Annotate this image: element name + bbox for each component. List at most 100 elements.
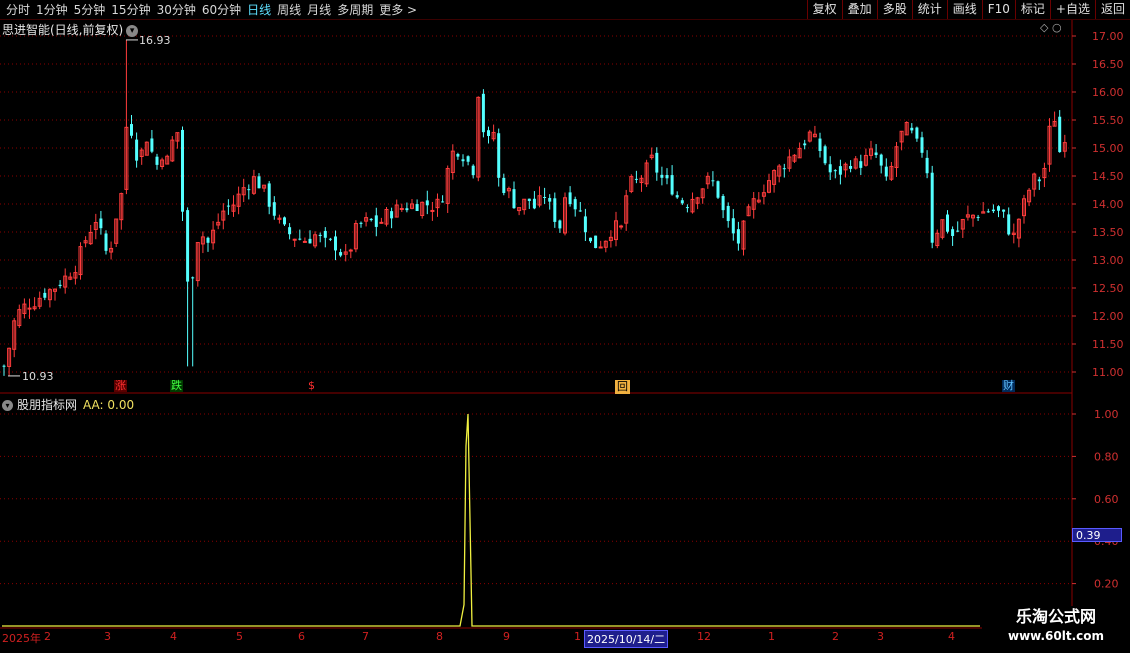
candle-body: [849, 165, 853, 169]
candle-body: [461, 159, 465, 162]
back-button[interactable]: 返回: [1094, 0, 1130, 19]
date-tick: 2025年: [2, 632, 41, 645]
candle-body: [991, 209, 995, 212]
price-tick-label: 16.50: [1092, 58, 1124, 71]
add-watchlist-button[interactable]: +自选: [1049, 0, 1095, 19]
date-axis: 2025年 2 3 4 5 6 7 8 9 1 2025/10/14/二 12 …: [0, 630, 980, 648]
candle-body: [619, 225, 624, 228]
period-tab-3[interactable]: 5分钟: [74, 1, 106, 18]
period-tab-multi[interactable]: 多周期: [337, 1, 373, 18]
period-tab-monthly[interactable]: 月线: [307, 1, 331, 18]
candle-body: [548, 198, 552, 202]
period-tab-4[interactable]: 15分钟: [111, 1, 150, 18]
candle-body: [369, 218, 373, 221]
candle-body: [150, 138, 154, 152]
candle-body: [997, 206, 1000, 211]
more-menu-button[interactable]: 更多 >: [379, 1, 417, 18]
candle-body: [1058, 116, 1062, 153]
adjust-button[interactable]: 复权: [806, 0, 842, 19]
chevron-down-icon[interactable]: ▾: [126, 24, 139, 37]
price-tick-label: 12.00: [1092, 310, 1124, 323]
circle-icon[interactable]: ○: [1052, 21, 1062, 34]
date-tick: 12: [697, 630, 711, 643]
candle-body: [680, 200, 684, 204]
signal-marker[interactable]: 财: [1002, 380, 1015, 392]
candle-body: [558, 220, 562, 229]
period-tab-5[interactable]: 30分钟: [157, 1, 196, 18]
candle-body: [838, 166, 842, 175]
main-chart-title: 思进智能(日线,前复权) ▾: [2, 21, 139, 38]
candle-body: [884, 166, 888, 177]
low-price-label: 10.93: [22, 370, 54, 383]
diamond-icon[interactable]: ◇: [1040, 21, 1048, 34]
period-tab-6[interactable]: 60分钟: [202, 1, 241, 18]
candle-body: [532, 198, 536, 209]
candle-body: [272, 202, 276, 216]
date-tick: 2: [832, 630, 839, 643]
price-tick-label: 11.00: [1092, 366, 1124, 379]
period-tab-weekly[interactable]: 周线: [277, 1, 301, 18]
overlay-button[interactable]: 叠加: [841, 0, 877, 19]
price-tick-label: 14.00: [1092, 198, 1124, 211]
date-tick: 1: [574, 630, 581, 643]
draw-line-button[interactable]: 画线: [946, 0, 982, 19]
chart-area[interactable]: 17.00 16.50 16.00 15.50 15.00 14.50 14.00 13.50…: [0, 0, 1130, 653]
signal-marker[interactable]: $: [307, 380, 316, 392]
signal-marker[interactable]: 回: [615, 380, 630, 394]
multi-stock-button[interactable]: 多股: [876, 0, 912, 19]
date-tick: 6: [298, 630, 305, 643]
watermark: 乐淘公式网 www.60lt.com: [982, 606, 1130, 650]
mark-button[interactable]: 标记: [1014, 0, 1050, 19]
candle-body: [930, 172, 934, 243]
price-tick-label: 15.00: [1092, 142, 1124, 155]
kline-chart-svg[interactable]: 17.00 16.50 16.00 15.50 15.00 14.50 14.00 13.50…: [0, 0, 1130, 650]
statistics-button[interactable]: 统计: [911, 0, 947, 19]
price-tick-label: 13.50: [1092, 226, 1124, 239]
candle-body: [502, 177, 506, 193]
candle-body: [951, 229, 955, 236]
candle-body: [685, 207, 689, 209]
candle-body: [512, 189, 516, 209]
candle-body: [390, 211, 394, 219]
candle-body: [726, 205, 730, 222]
date-tick: 8: [436, 630, 443, 643]
candle-body: [298, 238, 302, 240]
signal-marker[interactable]: 涨: [114, 380, 127, 392]
candle-body: [415, 204, 419, 211]
price-tick-label: 16.00: [1092, 86, 1124, 99]
indicator-tick-label: 0.60: [1094, 493, 1119, 506]
candle-body: [130, 124, 133, 136]
period-tab-2[interactable]: 1分钟: [36, 1, 68, 18]
candle-body: [288, 227, 292, 235]
candle-body: [731, 218, 735, 234]
candle-body: [634, 178, 638, 180]
candle-body: [859, 161, 863, 168]
candle-body: [456, 153, 460, 157]
candle-body: [374, 215, 378, 227]
candle-body: [660, 174, 664, 178]
candle-body: [910, 127, 914, 131]
candle-body: [466, 156, 470, 162]
indicator-tick-label: 0.80: [1094, 450, 1119, 463]
indicator-value: AA: 0.00: [83, 398, 135, 412]
candle-body: [568, 192, 572, 205]
panel-controls: ◇ ○: [1040, 21, 1062, 34]
period-tab-1[interactable]: 分时: [6, 1, 30, 18]
date-tick: 5: [236, 630, 243, 643]
candle-body: [99, 218, 103, 229]
date-tick: 1: [768, 630, 775, 643]
candle-body: [925, 157, 929, 174]
candle-body: [267, 183, 271, 207]
chevron-down-icon[interactable]: ▾: [2, 400, 13, 411]
candle-body: [359, 222, 363, 224]
candle-body: [104, 233, 108, 251]
period-tab-daily[interactable]: 日线: [247, 1, 271, 18]
signal-marker[interactable]: 跌: [170, 380, 183, 392]
candle-body: [155, 156, 159, 165]
candle-body: [430, 209, 435, 212]
candle-body: [553, 198, 557, 222]
candle-body: [405, 208, 409, 211]
f10-button[interactable]: F10: [981, 0, 1015, 19]
candle-body: [736, 229, 740, 244]
candle-body: [879, 154, 883, 166]
